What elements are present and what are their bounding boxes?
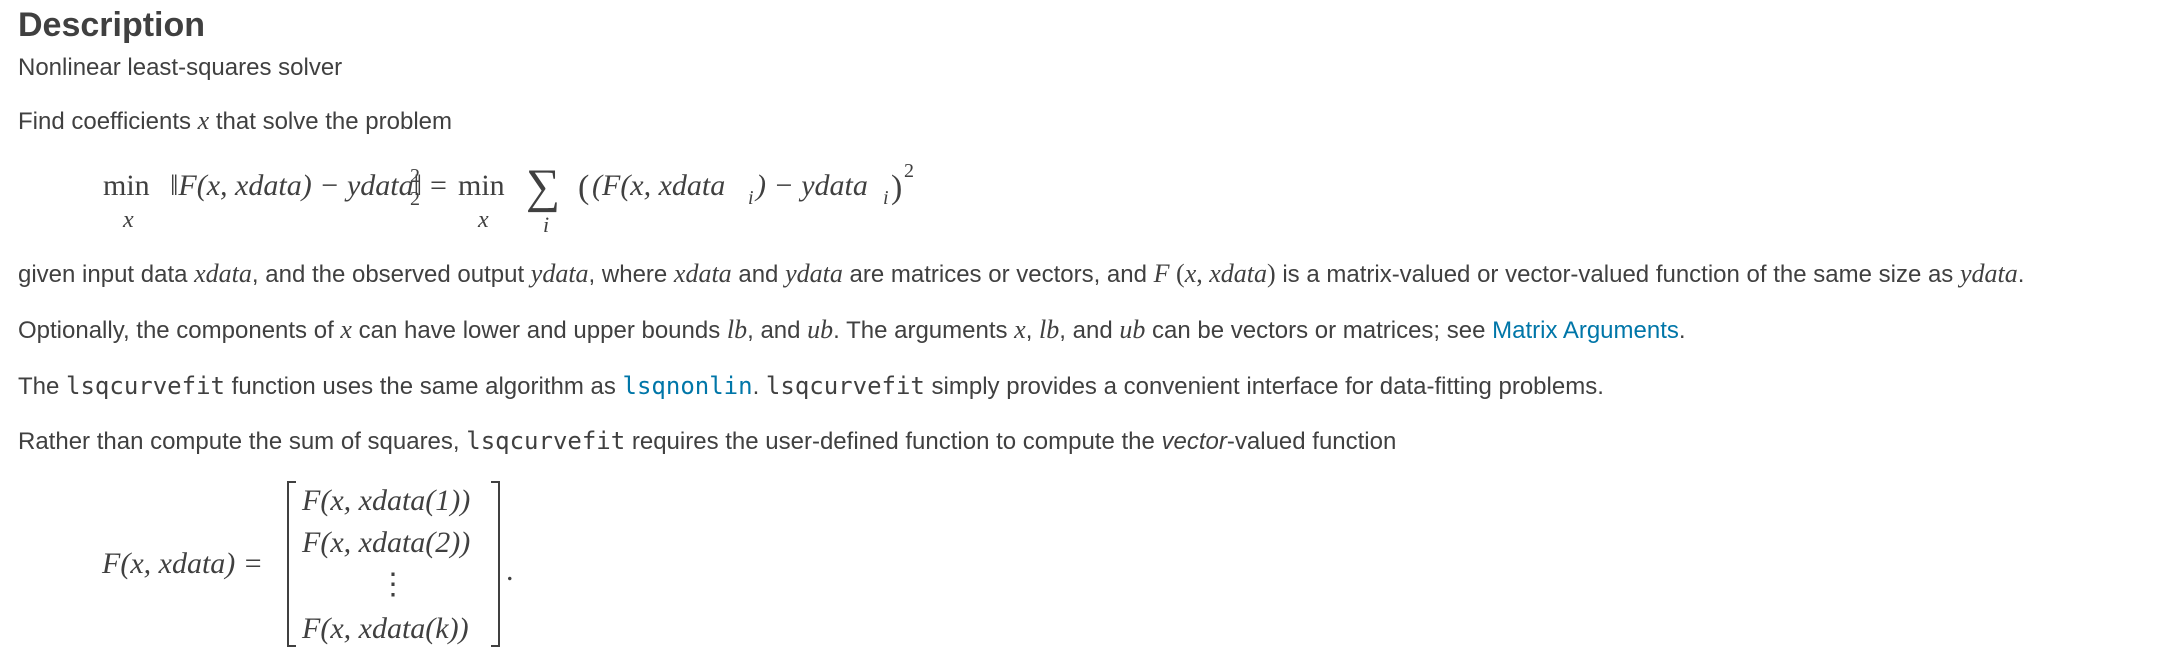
optional-var-lb: lb: [726, 315, 748, 344]
algo-text-4: simply provides a convenient interface f…: [924, 373, 1604, 400]
rather-code-lsqcurvefit: lsqcurvefit: [466, 427, 626, 455]
optional-var-ub-2: ub: [1119, 315, 1146, 344]
eq1-norm-sup: 2: [410, 165, 420, 187]
rather-text-3: -valued function: [1226, 428, 1397, 455]
eq2-left-bracket: [287, 481, 296, 647]
lsqnonlin-link[interactable]: lsqnonlin: [623, 372, 753, 400]
intro-paragraph: Find coefficients x that solve the probl…: [18, 105, 452, 138]
eq1-rhs-sub-1: i: [748, 187, 754, 209]
optional-text-8: .: [1678, 317, 1686, 344]
eq1-rhs-1: (F(x, xdata: [592, 169, 725, 202]
eq1-min-sub-1: x: [122, 207, 134, 233]
rather-text-2: requires the user-defined function to co…: [625, 428, 1162, 455]
optional-text-1: Optionally, the components of: [18, 317, 341, 344]
given-var-xdata-2: xdata: [673, 259, 732, 288]
optional-var-lb-2: lb: [1039, 315, 1060, 344]
vector-function-equation: F(x, xdata) = F(x, xdata(1)) F(x, xdata(…: [101, 481, 514, 647]
eq1-norm-sub: 2: [410, 188, 420, 210]
section-heading: Description: [18, 6, 206, 44]
eq1-rhs-sub-2: i: [883, 187, 889, 209]
given-text-7: .: [2017, 261, 2025, 288]
optional-text-4: . The arguments: [833, 317, 1015, 344]
intro-var-x: x: [197, 106, 210, 135]
given-paragraph: given input data xdata, and the observed…: [18, 258, 2024, 291]
algo-code-lsqcurvefit: lsqcurvefit: [66, 372, 225, 400]
eq1-min-2: min: [458, 169, 505, 202]
given-var-ydata: ydata: [530, 259, 589, 288]
given-var-x: x: [1184, 259, 1197, 288]
eq1-equals: =: [430, 169, 447, 202]
description-section: Description Nonlinear least-squares solv…: [18, 0, 2182, 652]
optional-text-7: can be vectors or matrices; see: [1145, 317, 1493, 344]
given-paren-close: ): [1267, 259, 1276, 288]
subtitle: Nonlinear least-squares solver: [18, 54, 343, 81]
rather-paragraph: Rather than compute the sum of squares, …: [18, 425, 1396, 458]
given-var-xdata: xdata: [194, 259, 252, 288]
intro-text-2: that solve the problem: [209, 108, 453, 135]
optional-text-2: can have lower and upper bounds: [351, 317, 727, 344]
given-var-ydata-2: ydata: [785, 259, 843, 288]
eq1-lhs: ‖F(x, xdata) − ydata‖: [170, 169, 422, 202]
eq1-rhs-2: ) − ydata: [754, 169, 868, 202]
algo-text-3: .: [752, 373, 766, 400]
algorithm-paragraph: The lsqcurvefit function uses the same a…: [18, 370, 1604, 403]
given-var-xdata-3: xdata: [1209, 259, 1267, 288]
optional-text-6: , and: [1059, 317, 1120, 344]
given-var-F: F: [1153, 259, 1170, 288]
rather-text-1: Rather than compute the sum of squares,: [18, 428, 467, 455]
given-text-6: is a matrix-valued or vector-valued func…: [1275, 261, 1960, 288]
given-text-4: and: [731, 261, 786, 288]
given-var-ydata-3: ydata: [1959, 259, 2018, 288]
eq1-open-paren: (: [578, 169, 589, 206]
given-text-5: are matrices or vectors, and: [842, 261, 1154, 288]
optional-text-3: , and: [747, 317, 808, 344]
intro-text-1: Find coefficients: [18, 108, 198, 135]
optional-text-5: ,: [1025, 317, 1040, 344]
eq1-rhs-sup: 2: [904, 160, 914, 182]
given-paren-open: (: [1169, 259, 1185, 288]
given-text-3: , where: [588, 261, 674, 288]
eq2-right-bracket: [491, 481, 500, 647]
algo-code-lsqcurvefit-2: lsqcurvefit: [765, 372, 925, 400]
optional-var-x-2: x: [1014, 315, 1026, 344]
eq2-end: .: [506, 554, 514, 587]
given-text-1: given input data: [18, 261, 195, 288]
eq1-min-sub-2: x: [477, 207, 489, 233]
given-comma: ,: [1196, 259, 1210, 288]
optional-var-ub: ub: [807, 315, 834, 344]
matrix-arguments-link[interactable]: Matrix Arguments: [1492, 317, 1679, 344]
eq1-min-1: min: [103, 169, 150, 202]
optional-paragraph: Optionally, the components of x can have…: [18, 314, 1686, 347]
eq2-row-3: ⋮: [378, 568, 408, 601]
rather-emphasis-vector: vector: [1161, 428, 1227, 455]
eq2-row-2: F(x, xdata(2)): [301, 526, 470, 559]
algo-text-2: function uses the same algorithm as: [224, 373, 623, 400]
eq2-row-4: F(x, xdata(k)): [301, 612, 469, 645]
algo-text-1: The: [18, 373, 67, 400]
eq1-rhs-3: ): [891, 169, 902, 206]
optional-var-x: x: [340, 315, 352, 344]
least-squares-equation: min x ‖F(x, xdata) − ydata‖ 2 2 = min x …: [103, 160, 914, 237]
eq2-lhs: F(x, xdata) =: [101, 547, 263, 580]
eq1-sigma-sub: i: [543, 212, 549, 237]
eq2-row-1: F(x, xdata(1)): [301, 484, 470, 517]
eq1-sigma: ∑: [526, 160, 560, 213]
given-text-2: , and the observed output: [251, 261, 531, 288]
